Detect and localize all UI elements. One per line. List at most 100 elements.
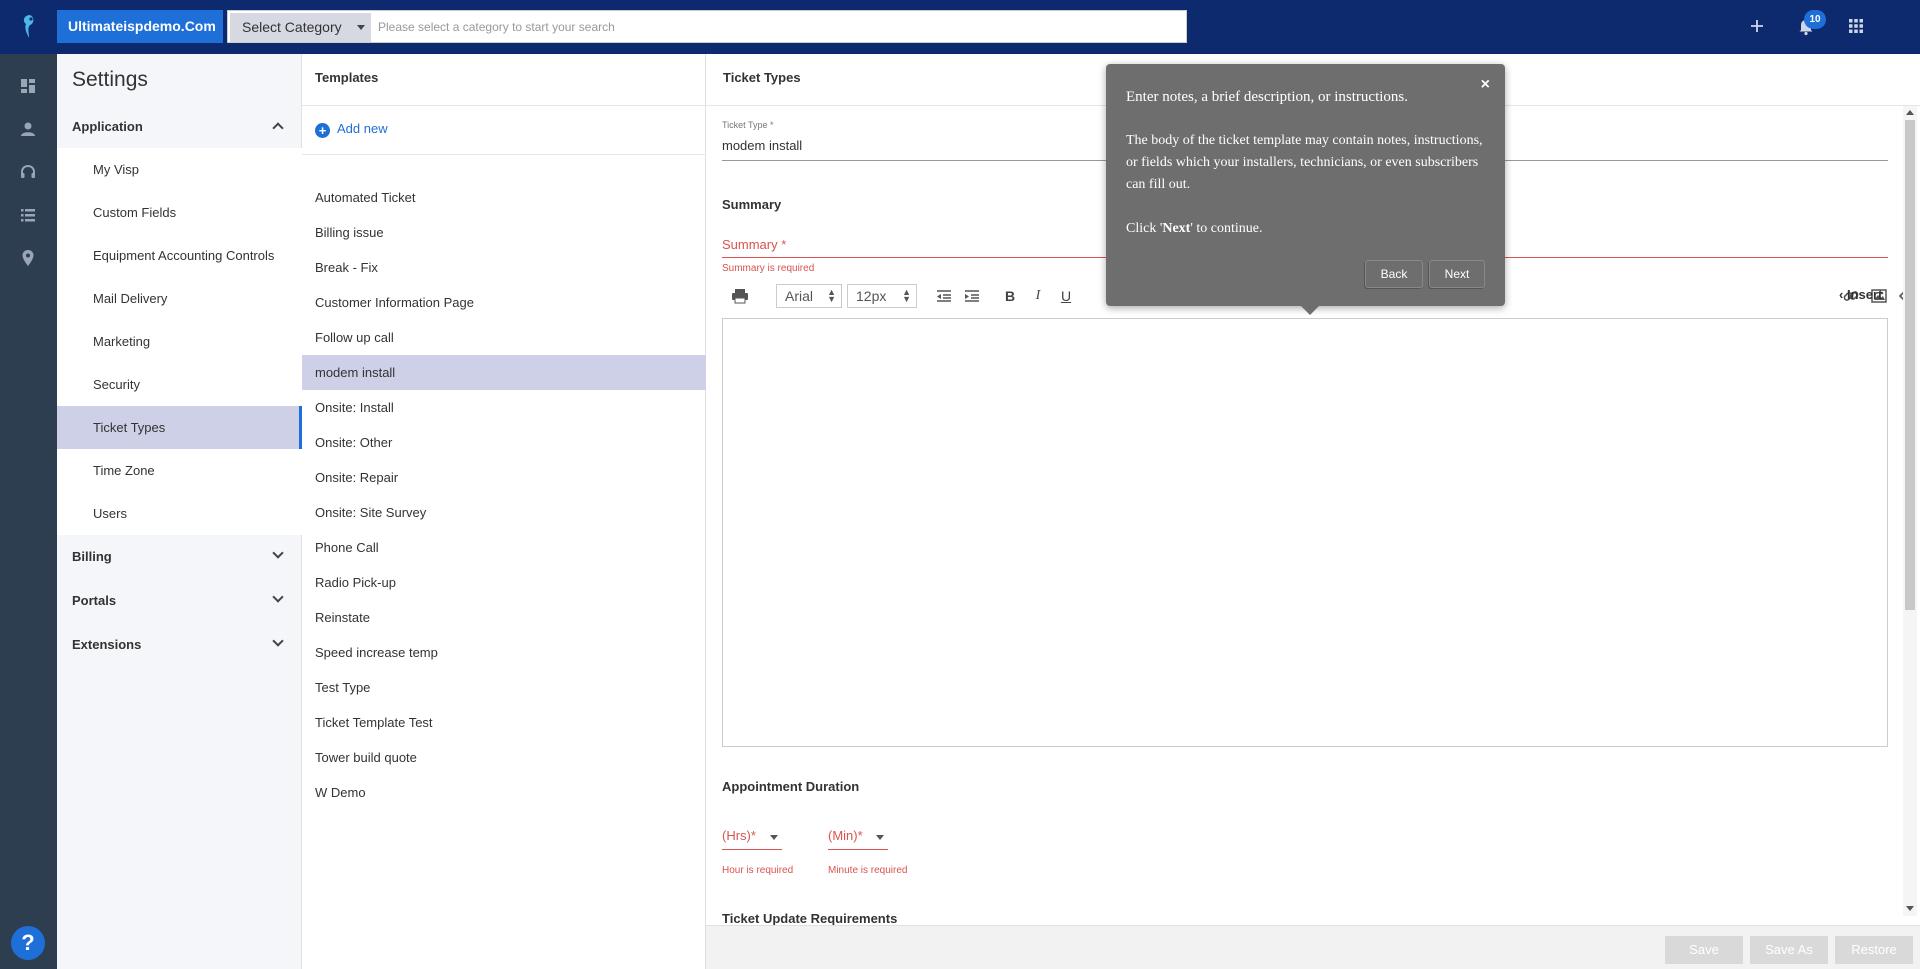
- form-scrollbar[interactable]: [1903, 106, 1917, 916]
- summary-section-title: Summary: [722, 197, 782, 212]
- sidebar-item-time-zone[interactable]: Time Zone: [57, 449, 302, 492]
- help-button[interactable]: ?: [11, 926, 45, 960]
- list-item[interactable]: Speed increase temp: [302, 635, 706, 670]
- print-icon[interactable]: [730, 284, 750, 308]
- app-logo-icon[interactable]: [18, 12, 40, 40]
- bold-button[interactable]: B: [1002, 284, 1018, 308]
- list-item[interactable]: Reinstate: [302, 600, 706, 635]
- templates-title: Templates: [315, 70, 379, 85]
- list-item[interactable]: Billing issue: [302, 215, 706, 250]
- scroll-thumb[interactable]: [1905, 120, 1915, 610]
- form-footer: Save Save As Restore: [706, 925, 1920, 969]
- list-item[interactable]: Onsite: Install: [302, 390, 706, 425]
- list-item[interactable]: Tower build quote: [302, 740, 706, 775]
- list-icon[interactable]: [18, 205, 38, 225]
- brand-button[interactable]: Ultimateispdemo.Com: [57, 10, 223, 43]
- sidebar-item-mail-delivery[interactable]: Mail Delivery: [57, 277, 302, 320]
- list-item[interactable]: Customer Information Page: [302, 285, 706, 320]
- outdent-icon[interactable]: [935, 284, 953, 308]
- caret-down-icon: [357, 25, 365, 30]
- font-size-select[interactable]: 12px ▲ ▼: [847, 284, 917, 308]
- updown-arrows-icon: ▲ ▼: [902, 287, 911, 304]
- chevron-left-icon: ‹: [1839, 287, 1847, 302]
- list-item[interactable]: Onsite: Other: [302, 425, 706, 460]
- chevron-down-icon: [272, 635, 284, 647]
- select-category-dropdown[interactable]: Select Category: [230, 13, 371, 42]
- minutes-label: (Min)*: [828, 828, 863, 843]
- left-rail: [0, 54, 57, 969]
- insert-label: Insert: [1846, 287, 1883, 302]
- location-pin-icon[interactable]: [18, 248, 38, 268]
- sidebar-item-custom-fields[interactable]: Custom Fields: [57, 191, 302, 234]
- tour-next-button[interactable]: Next: [1429, 260, 1485, 288]
- search-input[interactable]: [378, 11, 1178, 42]
- tour-popover: × Enter notes, a brief description, or i…: [1106, 64, 1505, 315]
- list-item[interactable]: Onsite: Repair: [302, 460, 706, 495]
- ticket-type-input[interactable]: modem install: [722, 138, 802, 153]
- sidebar-item-equipment-accounting-controls[interactable]: Equipment Accounting Controls: [57, 234, 302, 277]
- list-item[interactable]: Radio Pick-up: [302, 565, 706, 600]
- caret-down-icon: [770, 835, 778, 840]
- save-as-button[interactable]: Save As: [1750, 936, 1828, 964]
- updown-arrows-icon: ▲ ▼: [827, 287, 836, 304]
- list-item[interactable]: Automated Ticket: [302, 180, 706, 215]
- section-extensions[interactable]: Extensions: [57, 623, 302, 666]
- indent-icon[interactable]: [963, 284, 981, 308]
- ticket-update-requirements-title: Ticket Update Requirements: [722, 911, 898, 926]
- hours-select[interactable]: (Hrs)*: [722, 828, 782, 850]
- insert-menu[interactable]: ‹ Insert: [1839, 287, 1882, 302]
- list-item[interactable]: Test Type: [302, 670, 706, 705]
- font-family-select[interactable]: Arial ▲ ▼: [776, 284, 842, 308]
- restore-button[interactable]: Restore: [1835, 936, 1913, 964]
- tour-continue-bold: Next: [1162, 221, 1191, 236]
- italic-button[interactable]: I: [1030, 284, 1046, 308]
- tour-continue-suffix: ' to continue.: [1190, 221, 1263, 236]
- list-item[interactable]: Follow up call: [302, 320, 706, 355]
- form-title: Ticket Types: [723, 70, 801, 85]
- list-item[interactable]: Onsite: Site Survey: [302, 495, 706, 530]
- save-button[interactable]: Save: [1665, 936, 1743, 964]
- sidebar-item-my-visp[interactable]: My Visp: [57, 148, 302, 191]
- section-label: Application: [72, 119, 143, 134]
- scroll-up-icon: [1906, 110, 1914, 115]
- sidebar-item-security[interactable]: Security: [57, 363, 302, 406]
- editor-body[interactable]: [722, 318, 1888, 747]
- section-portals[interactable]: Portals: [57, 579, 302, 622]
- list-item[interactable]: Break - Fix: [302, 250, 706, 285]
- dashboard-icon[interactable]: [18, 76, 38, 96]
- chevron-down-icon: [272, 591, 284, 603]
- tour-back-button[interactable]: Back: [1365, 260, 1423, 288]
- sidebar-item-users[interactable]: Users: [57, 492, 302, 535]
- list-item-selected[interactable]: modem install: [302, 355, 706, 390]
- summary-error: Summary is required: [722, 263, 815, 274]
- hours-label: (Hrs)*: [722, 828, 756, 843]
- chevron-down-icon: [272, 547, 284, 559]
- sidebar-item-label: Marketing: [93, 334, 151, 349]
- plus-icon[interactable]: [1745, 14, 1769, 38]
- list-item[interactable]: Ticket Template Test: [302, 705, 706, 740]
- notification-badge: 10: [1804, 10, 1826, 29]
- section-application[interactable]: Application: [57, 105, 302, 148]
- select-category-label: Select Category: [242, 19, 342, 35]
- sidebar-item-ticket-types[interactable]: Ticket Types: [57, 406, 302, 449]
- section-label: Extensions: [72, 637, 142, 652]
- font-family-value: Arial: [785, 288, 814, 304]
- headset-icon[interactable]: [18, 162, 38, 182]
- font-size-value: 12px: [856, 288, 887, 304]
- sidebar-item-label: Ticket Types: [93, 420, 166, 435]
- apps-grid-icon[interactable]: [1844, 14, 1868, 38]
- list-item[interactable]: Phone Call: [302, 530, 706, 565]
- list-item[interactable]: W Demo: [302, 775, 706, 810]
- user-icon[interactable]: [18, 119, 38, 139]
- minutes-select[interactable]: (Min)*: [828, 828, 888, 850]
- hours-error: Hour is required: [722, 865, 794, 876]
- chevron-up-icon: [272, 122, 284, 134]
- add-new-button[interactable]: + Add new: [315, 120, 388, 138]
- section-billing[interactable]: Billing: [57, 535, 302, 578]
- summary-input[interactable]: Summary *: [722, 237, 786, 252]
- tour-continue-prefix: Click ': [1126, 221, 1163, 236]
- sidebar-item-label: Equipment Accounting Controls: [93, 248, 275, 263]
- sidebar-item-marketing[interactable]: Marketing: [57, 320, 302, 363]
- minutes-error: Minute is required: [828, 865, 908, 876]
- underline-button[interactable]: U: [1058, 284, 1074, 308]
